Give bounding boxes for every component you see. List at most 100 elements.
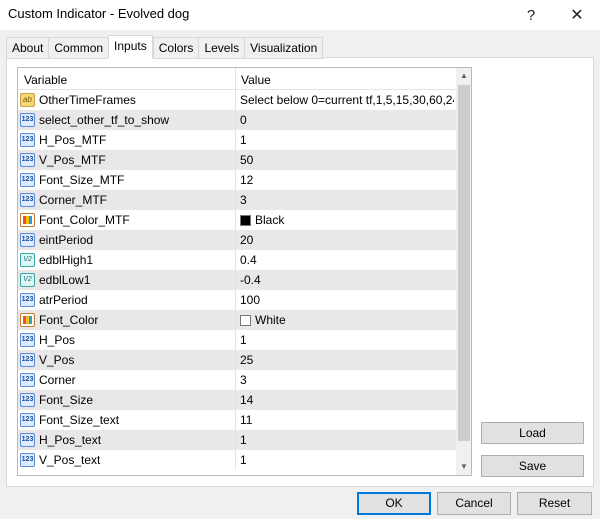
variable-value[interactable]: 3 <box>240 193 454 207</box>
variable-name: edblLow1 <box>39 273 91 287</box>
column-divider <box>235 330 236 350</box>
tab-visualization[interactable]: Visualization <box>244 37 324 59</box>
integer-type-icon: 123 <box>20 113 35 127</box>
variable-value[interactable]: -0.4 <box>240 273 454 287</box>
variable-name: Corner_MTF <box>39 193 108 207</box>
column-divider <box>235 150 236 170</box>
integer-type-icon: 123 <box>20 293 35 307</box>
table-row[interactable]: V2 edblLow1 -0.4 <box>18 270 456 290</box>
variable-value[interactable]: 20 <box>240 233 454 247</box>
column-divider <box>235 230 236 250</box>
value-text: 1 <box>240 433 247 447</box>
column-divider <box>235 290 236 310</box>
table-row[interactable]: 123 select_other_tf_to_show 0 <box>18 110 456 130</box>
variable-value[interactable]: 100 <box>240 293 454 307</box>
variable-value[interactable]: 0.4 <box>240 253 454 267</box>
variable-name: V_Pos_MTF <box>39 153 106 167</box>
grid-rows: ab OtherTimeFrames Select below 0=current … <box>18 90 456 470</box>
variable-name: edblHigh1 <box>39 253 94 267</box>
double-type-icon: V2 <box>20 253 35 267</box>
variable-name: Font_Color <box>39 313 99 327</box>
variable-name: Font_Color_MTF <box>39 213 130 227</box>
table-row[interactable]: 123 H_Pos_text 1 <box>18 430 456 450</box>
column-divider <box>235 170 236 190</box>
table-row[interactable]: 123 V_Pos 25 <box>18 350 456 370</box>
variable-value[interactable]: 25 <box>240 353 454 367</box>
variable-value[interactable]: 12 <box>240 173 454 187</box>
variable-name: Corner <box>39 373 76 387</box>
table-row[interactable]: 123 Font_Size_MTF 12 <box>18 170 456 190</box>
tab-colors[interactable]: Colors <box>152 37 199 59</box>
table-row[interactable]: 123 H_Pos_MTF 1 <box>18 130 456 150</box>
value-text: Black <box>255 213 285 227</box>
variable-name: Font_Size <box>39 393 94 407</box>
inputs-grid: Variable Value ab OtherTimeFrames Select b… <box>17 67 472 476</box>
table-row[interactable]: 123 H_Pos 1 <box>18 330 456 350</box>
value-text: 12 <box>240 173 254 187</box>
table-row[interactable]: 123 Font_Size 14 <box>18 390 456 410</box>
grid-header: Variable Value <box>18 68 456 90</box>
variable-value[interactable]: 3 <box>240 373 454 387</box>
variable-value[interactable]: 11 <box>240 413 454 427</box>
variable-value[interactable]: 1 <box>240 453 454 467</box>
variable-value[interactable]: 14 <box>240 393 454 407</box>
table-row[interactable]: 123 V_Pos_text 1 <box>18 450 456 470</box>
double-type-icon: V2 <box>20 273 35 287</box>
column-header-value[interactable]: Value <box>241 73 271 87</box>
table-row[interactable]: 123 Corner 3 <box>18 370 456 390</box>
column-divider <box>235 390 236 410</box>
column-divider <box>235 410 236 430</box>
save-button[interactable]: Save <box>481 455 584 477</box>
column-divider <box>235 310 236 330</box>
integer-type-icon: 123 <box>20 193 35 207</box>
variable-value[interactable]: Black <box>240 213 454 227</box>
scroll-up-icon[interactable]: ▲ <box>456 68 471 84</box>
table-row[interactable]: ab OtherTimeFrames Select below 0=current … <box>18 90 456 110</box>
variable-value[interactable]: 1 <box>240 133 454 147</box>
variable-name: V_Pos_text <box>39 453 101 467</box>
variable-name: V_Pos <box>39 353 75 367</box>
color-type-icon <box>20 313 35 327</box>
color-type-icon <box>20 213 35 227</box>
cancel-button[interactable]: Cancel <box>437 492 511 515</box>
tab-levels[interactable]: Levels <box>198 37 245 59</box>
variable-value[interactable]: 1 <box>240 433 454 447</box>
column-header-variable[interactable]: Variable <box>24 73 67 87</box>
column-divider <box>235 450 236 470</box>
scroll-down-icon[interactable]: ▼ <box>456 459 471 475</box>
tab-inputs[interactable]: Inputs <box>108 35 153 59</box>
variable-value[interactable]: Select below 0=current tf,1,5,15,30,60,2… <box>240 93 454 107</box>
value-text: 0 <box>240 113 247 127</box>
variable-value[interactable]: 0 <box>240 113 454 127</box>
reset-button[interactable]: Reset <box>517 492 592 515</box>
table-row[interactable]: Font_Color_MTF Black <box>18 210 456 230</box>
value-text: 100 <box>240 293 261 307</box>
variable-value[interactable]: 1 <box>240 333 454 347</box>
table-row[interactable]: V2 edblHigh1 0.4 <box>18 250 456 270</box>
ok-button[interactable]: OK <box>357 492 431 515</box>
color-swatch <box>240 215 251 226</box>
vertical-scrollbar[interactable]: ▲ ▼ <box>456 68 471 475</box>
variable-value[interactable]: 50 <box>240 153 454 167</box>
load-button[interactable]: Load <box>481 422 584 444</box>
column-divider <box>235 130 236 150</box>
variable-value[interactable]: White <box>240 313 454 327</box>
color-swatch <box>240 315 251 326</box>
scroll-thumb[interactable] <box>458 85 470 441</box>
tab-common[interactable]: Common <box>48 37 109 59</box>
table-row[interactable]: 123 Corner_MTF 3 <box>18 190 456 210</box>
close-button[interactable]: ✕ <box>554 0 600 30</box>
table-row[interactable]: 123 V_Pos_MTF 50 <box>18 150 456 170</box>
table-row[interactable]: 123 eintPeriod 20 <box>18 230 456 250</box>
column-divider <box>235 370 236 390</box>
value-text: 1 <box>240 453 247 467</box>
table-row[interactable]: Font_Color White <box>18 310 456 330</box>
table-row[interactable]: 123 Font_Size_text 11 <box>18 410 456 430</box>
help-button[interactable]: ? <box>508 0 554 30</box>
table-row[interactable]: 123 atrPeriod 100 <box>18 290 456 310</box>
tab-about[interactable]: About <box>6 37 49 59</box>
value-text: 3 <box>240 373 247 387</box>
window-title: Custom Indicator - Evolved dog <box>8 6 190 21</box>
variable-name: H_Pos_text <box>39 433 102 447</box>
variable-name: OtherTimeFrames <box>39 93 136 107</box>
